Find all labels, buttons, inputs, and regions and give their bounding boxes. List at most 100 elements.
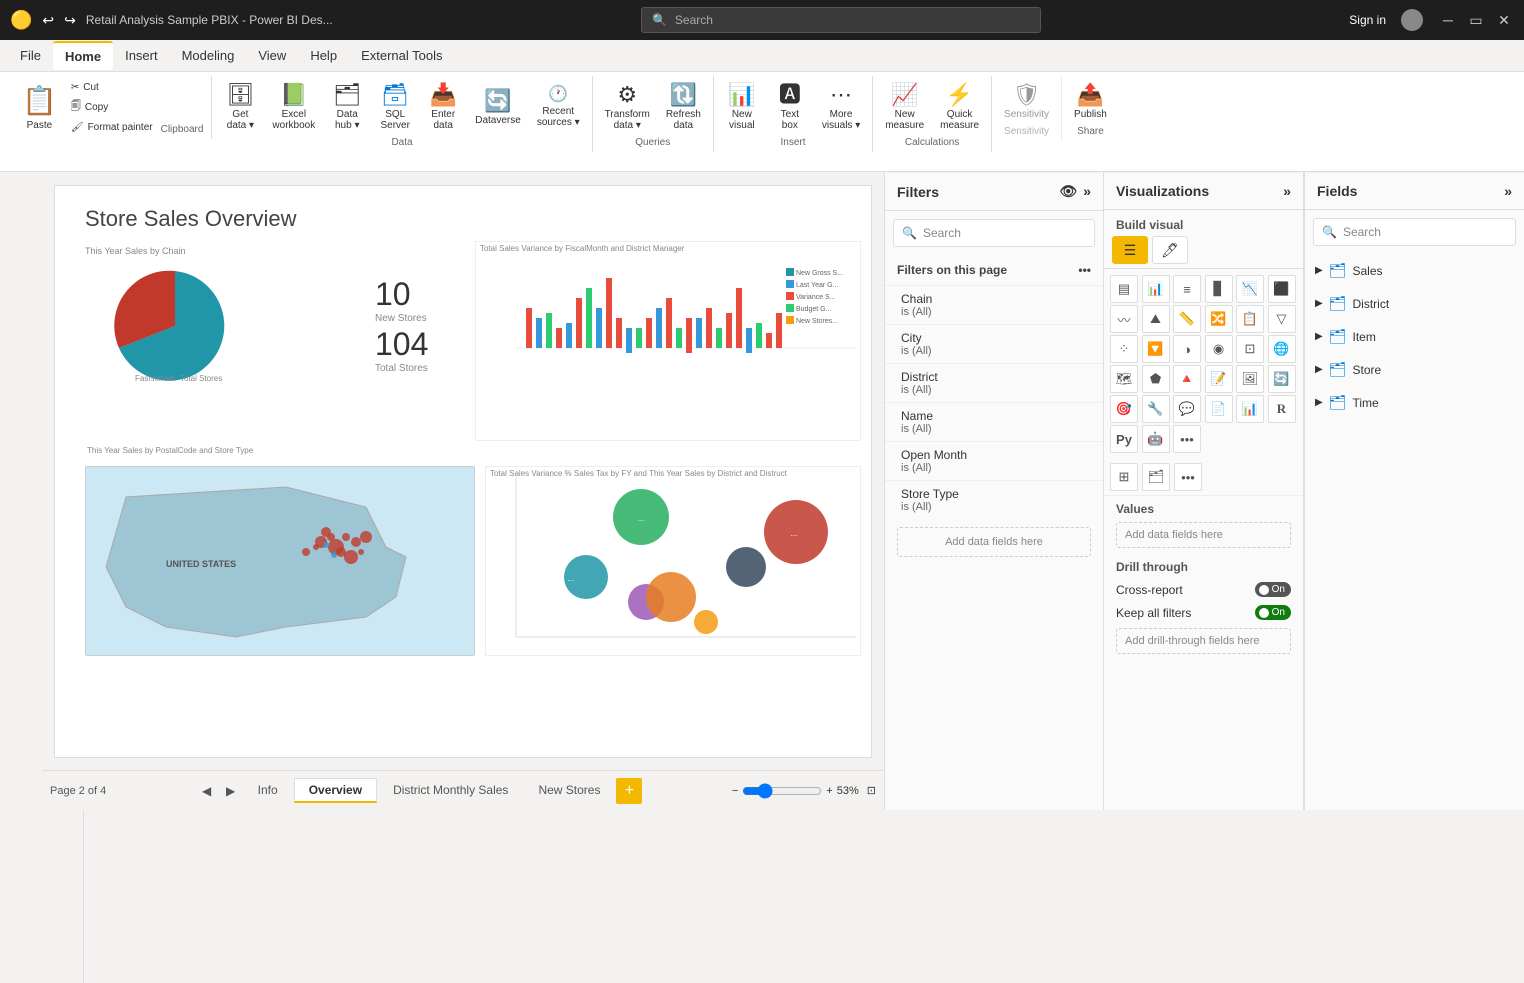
tab-district-monthly-sales[interactable]: District Monthly Sales [379, 779, 522, 803]
new-measure-button[interactable]: 📈 Newmeasure [879, 80, 930, 135]
get-data-button[interactable]: 🗄 Getdata ▾ [218, 80, 262, 135]
viz-line-bar-icon[interactable]: 📏 [1173, 305, 1201, 333]
menu-view[interactable]: View [246, 42, 298, 69]
new-visual-button[interactable]: 📊 Newvisual [720, 80, 764, 135]
zoom-slider[interactable] [742, 783, 822, 799]
close-btn[interactable]: ✕ [1494, 10, 1514, 30]
zoom-out-btn[interactable]: − [732, 785, 738, 797]
copy-button[interactable]: 🗐 Copy [67, 97, 157, 118]
fields-search[interactable]: 🔍 Search [1313, 218, 1516, 246]
viz-100-bar-icon[interactable]: ▊ [1205, 275, 1233, 303]
add-page-btn[interactable]: + [616, 778, 642, 804]
menu-modeling[interactable]: Modeling [170, 42, 247, 69]
field-group-item-header[interactable]: ▶ 🗂 Item [1305, 324, 1524, 349]
filter-chain[interactable]: Chain is (All) [885, 285, 1103, 324]
viz-table2-icon[interactable]: 🗂 [1142, 463, 1170, 491]
filter-eye-icon[interactable]: 👁 [1059, 183, 1077, 200]
user-avatar[interactable] [1401, 9, 1423, 31]
field-group-time-header[interactable]: ▶ 🗂 Time [1305, 390, 1524, 415]
cut-button[interactable]: ✂ Cut [67, 80, 157, 95]
viz-slicer-icon[interactable]: ⊞ [1110, 463, 1138, 491]
filter-name[interactable]: Name is (All) [885, 402, 1103, 441]
filter-store-type[interactable]: Store Type is (All) [885, 480, 1103, 519]
publish-button[interactable]: 📤 Publish [1068, 80, 1113, 124]
viz-more2-icon[interactable]: ••• [1174, 463, 1202, 491]
fields-expand-icon[interactable]: » [1504, 183, 1512, 199]
viz-funnel-icon[interactable]: ▽ [1268, 305, 1296, 333]
excel-workbook-button[interactable]: 📗 Excelworkbook [266, 80, 321, 135]
filters-search[interactable]: 🔍 Search [893, 219, 1095, 247]
minimize-btn[interactable]: ─ [1438, 10, 1458, 30]
field-group-sales-header[interactable]: ▶ 🗂 Sales [1305, 258, 1524, 283]
viz-bar-icon[interactable]: 📊 [1142, 275, 1170, 303]
menu-file[interactable]: File [8, 42, 53, 69]
viz-add-drill-fields[interactable]: Add drill-through fields here [1116, 628, 1291, 654]
field-group-district-header[interactable]: ▶ 🗂 District [1305, 291, 1524, 316]
viz-more-icon[interactable]: ••• [1173, 425, 1201, 453]
viz-decomp-tree-icon[interactable]: 🔺 [1173, 365, 1201, 393]
menu-external-tools[interactable]: External Tools [349, 42, 454, 69]
viz-add-data[interactable]: Add data fields here [1116, 522, 1291, 548]
viz-area-icon[interactable]: ⛰ [1142, 305, 1170, 333]
viz-donut-icon[interactable]: ◉ [1205, 335, 1233, 363]
prev-page-btn[interactable]: ◀ [196, 780, 218, 802]
enter-data-button[interactable]: 📥 Enterdata [421, 80, 465, 135]
field-group-store-header[interactable]: ▶ 🗂 Store [1305, 357, 1524, 382]
transform-data-button[interactable]: ⚙ Transformdata ▾ [599, 80, 656, 135]
sensitivity-button[interactable]: 🛡 Sensitivity [998, 80, 1055, 124]
filters-add-fields[interactable]: Add data fields here [897, 527, 1091, 557]
filter-expand-icon[interactable]: » [1083, 183, 1091, 200]
redo-btn[interactable]: ↪ [64, 12, 76, 29]
viz-stacked-bar-icon[interactable]: ≡ [1173, 275, 1201, 303]
viz-card-icon[interactable]: 🎯 [1110, 395, 1138, 423]
viz-waterfall-icon[interactable]: 📋 [1236, 305, 1264, 333]
viz-filter-icon[interactable]: 🔽 [1142, 335, 1170, 363]
menu-insert[interactable]: Insert [113, 42, 170, 69]
viz-pie-icon[interactable]: ◑ [1173, 335, 1201, 363]
viz-smart-narrative-icon[interactable]: 📊 [1236, 395, 1264, 423]
viz-stacked-col-icon[interactable]: ⬛ [1268, 275, 1296, 303]
filter-district[interactable]: District is (All) [885, 363, 1103, 402]
refresh-data-button[interactable]: 🔃 Refreshdata [660, 80, 707, 135]
quick-measure-button[interactable]: ⚡ Quickmeasure [934, 80, 985, 135]
viz-python-icon[interactable]: Py [1110, 425, 1138, 453]
viz-image-icon[interactable]: 🖼 [1236, 365, 1264, 393]
maximize-btn[interactable]: ▭ [1466, 10, 1486, 30]
viz-paginated-icon[interactable]: 📄 [1205, 395, 1233, 423]
zoom-in-btn[interactable]: + [826, 785, 832, 797]
data-hub-button[interactable]: 🗂 Datahub ▾ [325, 80, 369, 135]
viz-tab-build[interactable]: ☰ [1112, 236, 1148, 264]
viz-qna-icon[interactable]: 💬 [1173, 395, 1201, 423]
viz-filled-map-icon[interactable]: 🗺 [1110, 365, 1138, 393]
viz-gauge-icon[interactable]: 🔄 [1268, 365, 1296, 393]
sql-server-button[interactable]: 🗃 SQLServer [373, 80, 417, 135]
viz-kpi-icon[interactable]: 🔧 [1142, 395, 1170, 423]
format-painter-button[interactable]: 🖌 Format painter [67, 120, 157, 135]
viz-shape-map-icon[interactable]: ⬟ [1142, 365, 1170, 393]
viz-r-icon[interactable]: R [1268, 395, 1296, 423]
dataverse-button[interactable]: 🔄 Dataverse [469, 80, 527, 135]
menu-home[interactable]: Home [53, 41, 113, 70]
viz-scatter-icon[interactable]: ⁘ [1110, 335, 1138, 363]
viz-col-icon[interactable]: 📉 [1236, 275, 1264, 303]
more-visuals-button[interactable]: ⋯ Morevisuals ▾ [816, 80, 866, 135]
viz-ribbon-icon[interactable]: 🔀 [1205, 305, 1233, 333]
fit-page-btn[interactable]: ⊡ [867, 784, 876, 797]
viz-tab-format[interactable]: 🖊 [1152, 236, 1188, 264]
menu-help[interactable]: Help [298, 42, 349, 69]
filter-city[interactable]: City is (All) [885, 324, 1103, 363]
signin-label[interactable]: Sign in [1349, 13, 1386, 27]
text-box-button[interactable]: 🅰 Textbox [768, 80, 812, 135]
viz-treemap-icon[interactable]: ⊡ [1236, 335, 1264, 363]
viz-expand-icon[interactable]: » [1283, 183, 1291, 199]
viz-text-icon[interactable]: 📝 [1205, 365, 1233, 393]
tab-overview[interactable]: Overview [294, 778, 377, 803]
next-page-btn[interactable]: ▶ [220, 780, 242, 802]
filters-section-menu[interactable]: ••• [1078, 263, 1091, 277]
viz-line-icon[interactable]: 〰 [1110, 305, 1138, 333]
viz-ai-icon[interactable]: 🤖 [1142, 425, 1170, 453]
keep-filters-toggle[interactable]: On [1255, 605, 1291, 620]
cross-report-toggle[interactable]: On [1255, 582, 1291, 597]
global-search[interactable]: 🔍 Search [641, 7, 1041, 33]
paste-button[interactable]: 📋 Paste [16, 80, 63, 135]
